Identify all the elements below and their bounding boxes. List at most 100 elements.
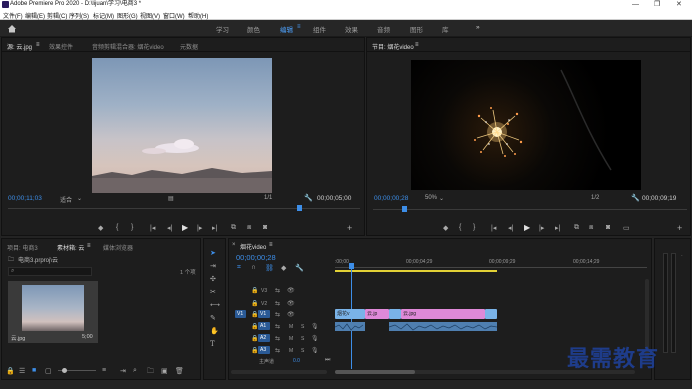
source-timecode[interactable]: 00;00;11;03 [8, 195, 42, 202]
tab-bin[interactable]: 素材箱: 云 [57, 243, 84, 252]
step-forward-icon[interactable]: |▸ [539, 224, 544, 232]
track-target-a3[interactable]: A3 [258, 346, 270, 354]
go-to-end-icon[interactable]: ⏭ [325, 357, 330, 364]
export-frame-icon[interactable]: ◙ [606, 224, 610, 231]
search-input[interactable]: ⌕ [8, 267, 92, 276]
sequence-tab-menu-icon[interactable]: ≡ [269, 242, 273, 248]
step-forward-icon[interactable]: |▸ [197, 224, 202, 232]
sync-lock-icon[interactable]: ⇆ [275, 347, 280, 354]
timeline-settings-icon[interactable]: 🔧 [295, 264, 304, 272]
insert-icon[interactable]: ⧉ [231, 224, 236, 232]
clip-v1-cloud-a[interactable]: 云.jp [365, 309, 389, 319]
go-to-out-icon[interactable]: ▸| [555, 224, 560, 232]
master-volume-value[interactable]: 0.0 [293, 358, 300, 364]
workspace-graphics[interactable]: 图形 [410, 24, 423, 34]
tab-effect-controls[interactable]: 效果控件 [49, 42, 73, 51]
play-icon[interactable]: ▶ [182, 223, 188, 232]
find-icon[interactable]: ⌕ [133, 367, 137, 375]
play-icon[interactable]: ▶ [524, 223, 530, 232]
workspace-edit[interactable]: 编辑 [280, 24, 293, 34]
program-scrubber[interactable] [373, 209, 687, 210]
source-resolution[interactable]: 1/1 [264, 195, 272, 201]
mark-in-icon[interactable]: { [459, 224, 461, 231]
selection-tool-icon[interactable]: ➤ [210, 249, 216, 257]
track-target-v1[interactable]: V1 [258, 310, 270, 318]
toggle-output-icon[interactable]: 👁 [287, 287, 295, 294]
source-settings-icon[interactable]: ▤ [168, 195, 174, 202]
tab-project[interactable]: 项目: 电商3 [7, 243, 38, 252]
sync-lock-icon[interactable]: ⇆ [275, 311, 280, 318]
sort-icon[interactable]: ≡ [102, 367, 106, 374]
menu-window[interactable]: 窗口(W) [163, 11, 185, 20]
menu-marker[interactable]: 标记(M) [93, 11, 114, 20]
track-target-a1[interactable]: A1 [258, 322, 270, 330]
mute-icon[interactable]: M [289, 336, 293, 342]
solo-icon[interactable]: S [301, 324, 304, 330]
new-bin-icon[interactable]: 🗀 [147, 367, 154, 378]
track-select-tool-icon[interactable]: ⇥ [210, 262, 216, 270]
solo-icon[interactable]: S [301, 348, 304, 354]
workspace-learn[interactable]: 学习 [216, 24, 229, 34]
menu-help[interactable]: 帮助(H) [188, 11, 208, 20]
mark-in-icon[interactable]: { [116, 224, 118, 231]
time-ruler[interactable] [335, 267, 647, 268]
sync-lock-icon[interactable]: ⇆ [275, 287, 280, 294]
add-marker-icon[interactable]: ◆ [98, 224, 103, 232]
go-to-in-icon[interactable]: |◂ [150, 224, 155, 232]
project-item-card[interactable]: 云.jpg 5;00 [8, 281, 98, 343]
go-to-out-icon[interactable]: ▸| [212, 224, 217, 232]
add-marker-icon[interactable]: ◆ [443, 224, 448, 232]
automate-icon[interactable]: ⇥ [120, 367, 126, 375]
step-back-icon[interactable]: ◂| [508, 224, 513, 232]
sync-lock-icon[interactable]: ⇆ [275, 335, 280, 342]
add-button-icon[interactable]: + [677, 223, 682, 233]
mark-out-icon[interactable]: } [131, 224, 133, 231]
linked-selection-icon[interactable]: ⛓ [265, 264, 274, 272]
menu-view[interactable]: 视图(V) [140, 11, 160, 20]
tab-program[interactable]: 节目: 烟花video [372, 42, 414, 51]
menu-clip[interactable]: 剪辑(C) [47, 11, 67, 20]
lock-icon[interactable]: 🔒 [6, 367, 15, 375]
workspace-assembly[interactable]: 组件 [313, 24, 326, 34]
snap-icon[interactable]: ∩ [251, 264, 256, 271]
extract-icon[interactable]: ⧈ [589, 224, 593, 232]
program-tab-menu-icon[interactable]: ≡ [415, 42, 419, 48]
mute-icon[interactable]: M [289, 324, 293, 330]
menu-sequence[interactable]: 序列(S) [69, 11, 89, 20]
close-button[interactable]: ✕ [676, 0, 682, 9]
home-icon[interactable] [7, 24, 17, 33]
mark-out-icon[interactable]: } [473, 224, 475, 231]
tab-menu-icon[interactable]: ≡ [36, 42, 40, 48]
clip-v1-gap[interactable] [389, 309, 401, 319]
wrench-icon[interactable]: 🔧 [304, 194, 313, 202]
overwrite-icon[interactable]: ⧈ [247, 224, 251, 232]
tab-source[interactable]: 源: 云.jpg [7, 42, 32, 51]
menu-file[interactable]: 文件(F) [3, 11, 23, 20]
go-to-in-icon[interactable]: |◂ [491, 224, 496, 232]
toggle-output-icon[interactable]: 👁 [287, 300, 295, 307]
add-marker-icon[interactable]: ◆ [281, 264, 286, 272]
type-tool-icon[interactable]: T [210, 340, 215, 348]
work-area-bar[interactable] [335, 270, 497, 272]
timeline-timecode[interactable]: 00;00;00;28 [236, 253, 276, 262]
track-target-a2[interactable]: A2 [258, 334, 270, 342]
icon-view-icon[interactable]: ■ [32, 367, 36, 374]
workspace-libraries[interactable]: 库 [442, 24, 449, 34]
toggle-output-icon[interactable]: 👁 [287, 311, 295, 318]
workspace-audio[interactable]: 音频 [377, 24, 390, 34]
program-timecode[interactable]: 00;00;00;28 [374, 195, 408, 202]
track-lock-icon[interactable]: 🔒 [251, 287, 258, 294]
voiceover-mic-icon[interactable]: 🎙 [311, 323, 319, 330]
bin-tab-menu-icon[interactable]: ≡ [87, 243, 91, 249]
source-playhead[interactable] [297, 205, 302, 211]
voiceover-mic-icon[interactable]: 🎙 [311, 347, 319, 354]
timeline-scrollbar-thumb[interactable] [335, 370, 415, 374]
ripple-edit-tool-icon[interactable]: ✣ [210, 275, 216, 283]
zoom-slider-handle[interactable] [62, 368, 67, 373]
hand-tool-icon[interactable]: ✋ [210, 327, 219, 335]
export-frame-icon[interactable]: ◙ [263, 224, 267, 231]
slip-tool-icon[interactable]: ⟷ [210, 301, 220, 309]
add-button-icon[interactable]: + [347, 223, 352, 233]
track-lock-icon[interactable]: 🔒 [251, 300, 258, 307]
comparison-view-icon[interactable]: ▭ [623, 224, 630, 232]
